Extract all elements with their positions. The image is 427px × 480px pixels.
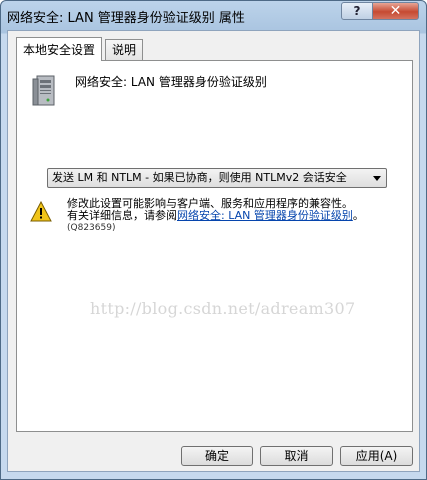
kb-reference: (Q823659) xyxy=(67,223,116,233)
window-title: 网络安全: LAN 管理器身份验证级别 属性 xyxy=(7,11,245,26)
warning-icon xyxy=(30,201,52,222)
help-button[interactable]: ? xyxy=(341,2,373,20)
watermark-text: http://blog.csdn.net/adream307 xyxy=(90,299,356,318)
cancel-button[interactable]: 取消 xyxy=(260,446,333,466)
warning-line-2: 有关详细信息，请参阅网络安全: LAN 管理器身份验证级别。 xyxy=(67,210,407,222)
tab-panel: 网络安全: LAN 管理器身份验证级别 发送 LM 和 NTLM - 如果已协商… xyxy=(16,60,413,432)
dialog-client-area: 本地安全设置 说明 网络安全: LAN 管理器身份验证级别 发送 LM 和 NT… xyxy=(7,30,420,472)
warning-suffix: 。 xyxy=(352,209,364,222)
dropdown-selected-value: 发送 LM 和 NTLM - 如果已协商，则使用 NTLMv2 会话安全 xyxy=(52,171,347,184)
properties-window: 网络安全: LAN 管理器身份验证级别 属性 ? ✕ 本地安全设置 说明 网络安… xyxy=(0,0,427,480)
tab-explain[interactable]: 说明 xyxy=(105,39,144,61)
auth-level-dropdown[interactable]: 发送 LM 和 NTLM - 如果已协商，则使用 NTLMv2 会话安全 xyxy=(47,168,387,188)
server-icon xyxy=(32,75,55,106)
policy-help-link[interactable]: 网络安全: LAN 管理器身份验证级别 xyxy=(177,209,353,222)
ok-button[interactable]: 确定 xyxy=(181,446,253,466)
close-button[interactable]: ✕ xyxy=(372,2,419,20)
apply-button[interactable]: 应用(A) xyxy=(340,446,413,466)
warning-prefix: 有关详细信息，请参阅 xyxy=(67,209,177,222)
tab-local-security-setting[interactable]: 本地安全设置 xyxy=(16,37,103,61)
chevron-down-icon[interactable] xyxy=(373,176,381,181)
policy-title: 网络安全: LAN 管理器身份验证级别 xyxy=(75,75,267,89)
title-bar[interactable]: 网络安全: LAN 管理器身份验证级别 属性 ? ✕ xyxy=(1,1,426,31)
compatibility-warning: 修改此设置可能影响与客户端、服务和应用程序的兼容性。 有关详细信息，请参阅网络安… xyxy=(67,198,407,234)
